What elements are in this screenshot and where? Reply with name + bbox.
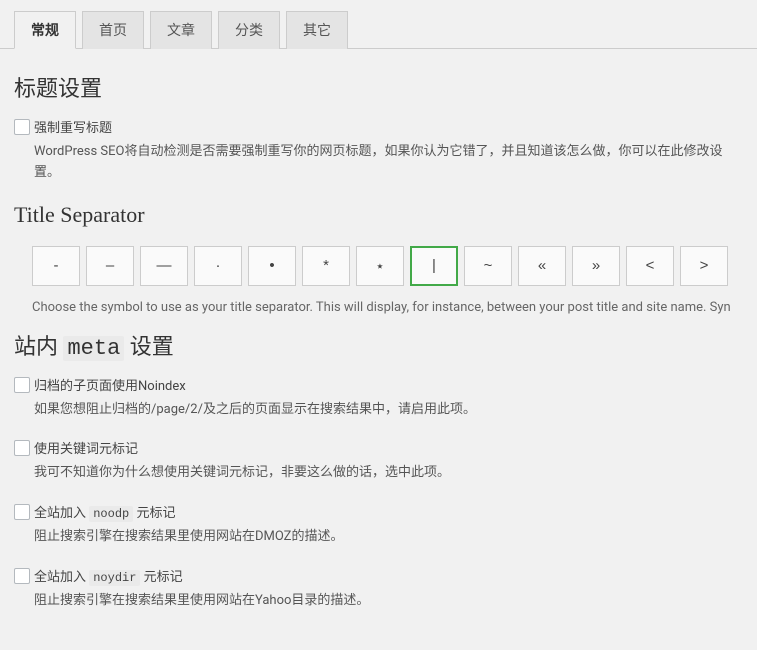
noydir-label: 全站加入 noydir 元标记 [34, 570, 183, 585]
noodp-label: 全站加入 noodp 元标记 [34, 506, 175, 521]
meta-keywords-label: 使用关键词元标记 [34, 442, 138, 457]
option-noydir: 全站加入 noydir 元标记 阻止搜索引擎在搜索结果里使用网站在Yahoo目录… [14, 566, 743, 612]
tab-2[interactable]: 文章 [150, 11, 212, 49]
noydir-checkbox[interactable] [14, 568, 30, 584]
meta-heading-code: meta [63, 336, 124, 361]
noydir-label-post: 元标记 [140, 570, 182, 585]
separator-option-9[interactable]: « [518, 246, 566, 286]
title-separator-heading: Title Separator [14, 202, 743, 228]
noodp-tag: noodp [89, 506, 133, 522]
meta-heading-pre: 站内 [14, 335, 63, 360]
separator-option-8[interactable]: ~ [464, 246, 512, 286]
noodp-checkbox[interactable] [14, 504, 30, 520]
separator-option-5[interactable]: * [302, 246, 350, 286]
noodp-desc: 阻止搜索引擎在搜索结果里使用网站在DMOZ的描述。 [34, 527, 743, 548]
separator-option-1[interactable]: – [86, 246, 134, 286]
noydir-label-pre: 全站加入 [34, 570, 89, 585]
separator-option-7[interactable]: | [410, 246, 458, 286]
tab-3[interactable]: 分类 [218, 11, 280, 49]
option-meta-keywords: 使用关键词元标记 我可不知道你为什么想使用关键词元标记，非要这么做的话，选中此项… [14, 438, 743, 484]
noindex-subpages-label: 归档的子页面使用Noindex [34, 379, 186, 394]
separator-option-10[interactable]: » [572, 246, 620, 286]
noydir-desc: 阻止搜索引擎在搜索结果里使用网站在Yahoo目录的描述。 [34, 591, 743, 612]
separator-option-6[interactable]: ⋆ [356, 246, 404, 286]
title-settings-heading: 标题设置 [14, 71, 743, 103]
noodp-label-post: 元标记 [133, 506, 175, 521]
meta-keywords-desc: 我可不知道你为什么想使用关键词元标记，非要这么做的话，选中此项。 [34, 463, 743, 484]
option-noodp: 全站加入 noodp 元标记 阻止搜索引擎在搜索结果里使用网站在DMOZ的描述。 [14, 502, 743, 548]
tab-4[interactable]: 其它 [286, 11, 348, 49]
option-noindex-subpages: 归档的子页面使用Noindex 如果您想阻止归档的/page/2/及之后的页面显… [14, 375, 743, 421]
noodp-label-pre: 全站加入 [34, 506, 89, 521]
content-panel: 标题设置 强制重写标题 WordPress SEO将自动检测是否需要强制重写你的… [0, 49, 757, 650]
meta-settings-heading: 站内 meta 设置 [14, 329, 743, 361]
noydir-tag: noydir [89, 570, 140, 586]
separator-option-3[interactable]: · [194, 246, 242, 286]
tab-1[interactable]: 首页 [82, 11, 144, 49]
separator-option-4[interactable]: • [248, 246, 296, 286]
noindex-subpages-checkbox[interactable] [14, 377, 30, 393]
separator-option-0[interactable]: - [32, 246, 80, 286]
meta-heading-post: 设置 [124, 335, 173, 360]
tabs-bar: 常规首页文章分类其它 [0, 0, 757, 49]
option-force-rewrite: 强制重写标题 WordPress SEO将自动检测是否需要强制重写你的网页标题，… [14, 117, 743, 184]
force-rewrite-desc: WordPress SEO将自动检测是否需要强制重写你的网页标题，如果你认为它错… [34, 142, 743, 184]
separator-choices: -–—·•*⋆|~«»<> [14, 242, 743, 300]
separator-option-2[interactable]: — [140, 246, 188, 286]
separator-help-text: Choose the symbol to use as your title s… [14, 300, 743, 315]
separator-option-12[interactable]: > [680, 246, 728, 286]
tab-0[interactable]: 常规 [14, 11, 76, 49]
meta-keywords-checkbox[interactable] [14, 440, 30, 456]
noindex-subpages-desc: 如果您想阻止归档的/page/2/及之后的页面显示在搜索结果中，请启用此项。 [34, 400, 743, 421]
force-rewrite-checkbox[interactable] [14, 119, 30, 135]
force-rewrite-label: 强制重写标题 [34, 121, 112, 136]
separator-option-11[interactable]: < [626, 246, 674, 286]
